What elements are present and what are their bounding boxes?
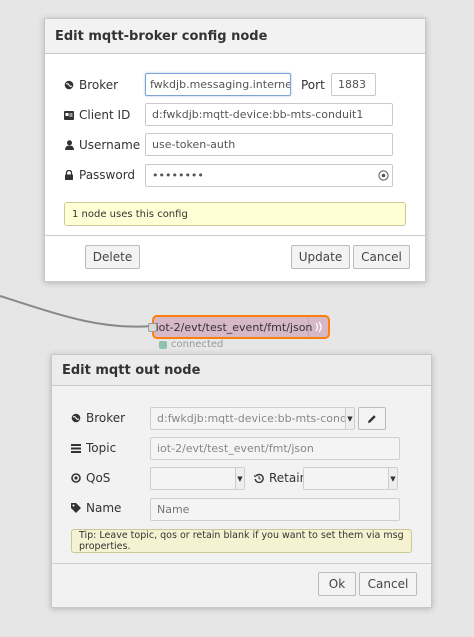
node-status-text: connected [171, 339, 224, 350]
eye-icon[interactable] [378, 170, 389, 181]
tag-icon [71, 503, 81, 513]
broker-host-input[interactable]: fwkdjb.messaging.internetofthings.ibmclo… [145, 73, 291, 96]
globe-icon [64, 80, 74, 90]
port-label: Port [301, 78, 325, 92]
config-usage-info: 1 node uses this config [64, 202, 406, 226]
out-name-label: Name [71, 498, 121, 518]
client-id-label: Client ID [64, 105, 130, 125]
chevron-down-icon: ▼ [345, 408, 354, 429]
out-topic-label: Topic [71, 438, 116, 458]
edit-broker-button[interactable] [358, 407, 386, 430]
node-status: connected [159, 339, 223, 350]
pencil-icon [367, 414, 377, 424]
user-icon [64, 140, 74, 150]
mqtt-out-flow-node[interactable]: iot-2/evt/test_event/fmt/json [148, 315, 330, 339]
dialog-footer: Ok Cancel [52, 563, 431, 607]
out-retain-label: Retain [254, 468, 307, 488]
out-broker-label: Broker [71, 408, 125, 428]
password-label: Password [64, 165, 135, 185]
delete-button[interactable]: Delete [85, 245, 140, 269]
out-topic-input[interactable]: iot-2/evt/test_event/fmt/json [150, 437, 400, 460]
dialog-title-bar: Edit mqtt-broker config node [45, 19, 425, 54]
broadcast-icon [308, 317, 328, 337]
ok-button[interactable]: Ok [318, 572, 356, 596]
cancel-button[interactable]: Cancel [359, 572, 417, 596]
username-label: Username [64, 135, 140, 155]
tip-box: Tip: Leave topic, qos or retain blank if… [71, 529, 412, 553]
dialog-footer: Delete Update Cancel [45, 235, 425, 281]
lock-icon [64, 170, 74, 180]
chevron-down-icon: ▼ [388, 468, 397, 489]
port-input[interactable]: 1883 [331, 73, 376, 96]
password-input[interactable]: •••••••• [145, 164, 393, 187]
client-id-input[interactable]: d:fwkdjb:mqtt-device:bb-mts-conduit1 [145, 103, 393, 126]
out-qos-label: QoS [71, 468, 110, 488]
node-input-port[interactable] [148, 323, 157, 332]
out-retain-select[interactable]: ▼ [303, 467, 398, 490]
life-ring-icon [71, 473, 81, 483]
globe-icon [71, 413, 81, 423]
username-input[interactable]: use-token-auth [145, 133, 393, 156]
out-name-input[interactable] [150, 498, 400, 521]
status-dot-icon [159, 340, 167, 349]
id-card-icon [64, 110, 74, 120]
flow-node-label: iot-2/evt/test_event/fmt/json [155, 320, 313, 334]
update-button[interactable]: Update [291, 245, 350, 269]
mqtt-broker-config-dialog: Edit mqtt-broker config node Broker fwkd… [44, 18, 426, 282]
out-broker-select[interactable]: d:fwkdjb:mqtt-device:bb-mts-conduit1@ ▼ [150, 407, 355, 430]
cancel-button[interactable]: Cancel [353, 245, 410, 269]
out-qos-select[interactable]: ▼ [150, 467, 245, 490]
dialog-title-bar: Edit mqtt out node [52, 355, 431, 386]
history-icon [254, 473, 264, 483]
chevron-down-icon: ▼ [235, 468, 244, 489]
dialog-title: Edit mqtt-broker config node [55, 28, 268, 44]
mqtt-out-dialog: Edit mqtt out node Broker d:fwkdjb:mqtt-… [51, 354, 432, 608]
broker-label: Broker [64, 75, 118, 95]
tasks-icon [71, 443, 81, 453]
dialog-title: Edit mqtt out node [62, 362, 201, 378]
